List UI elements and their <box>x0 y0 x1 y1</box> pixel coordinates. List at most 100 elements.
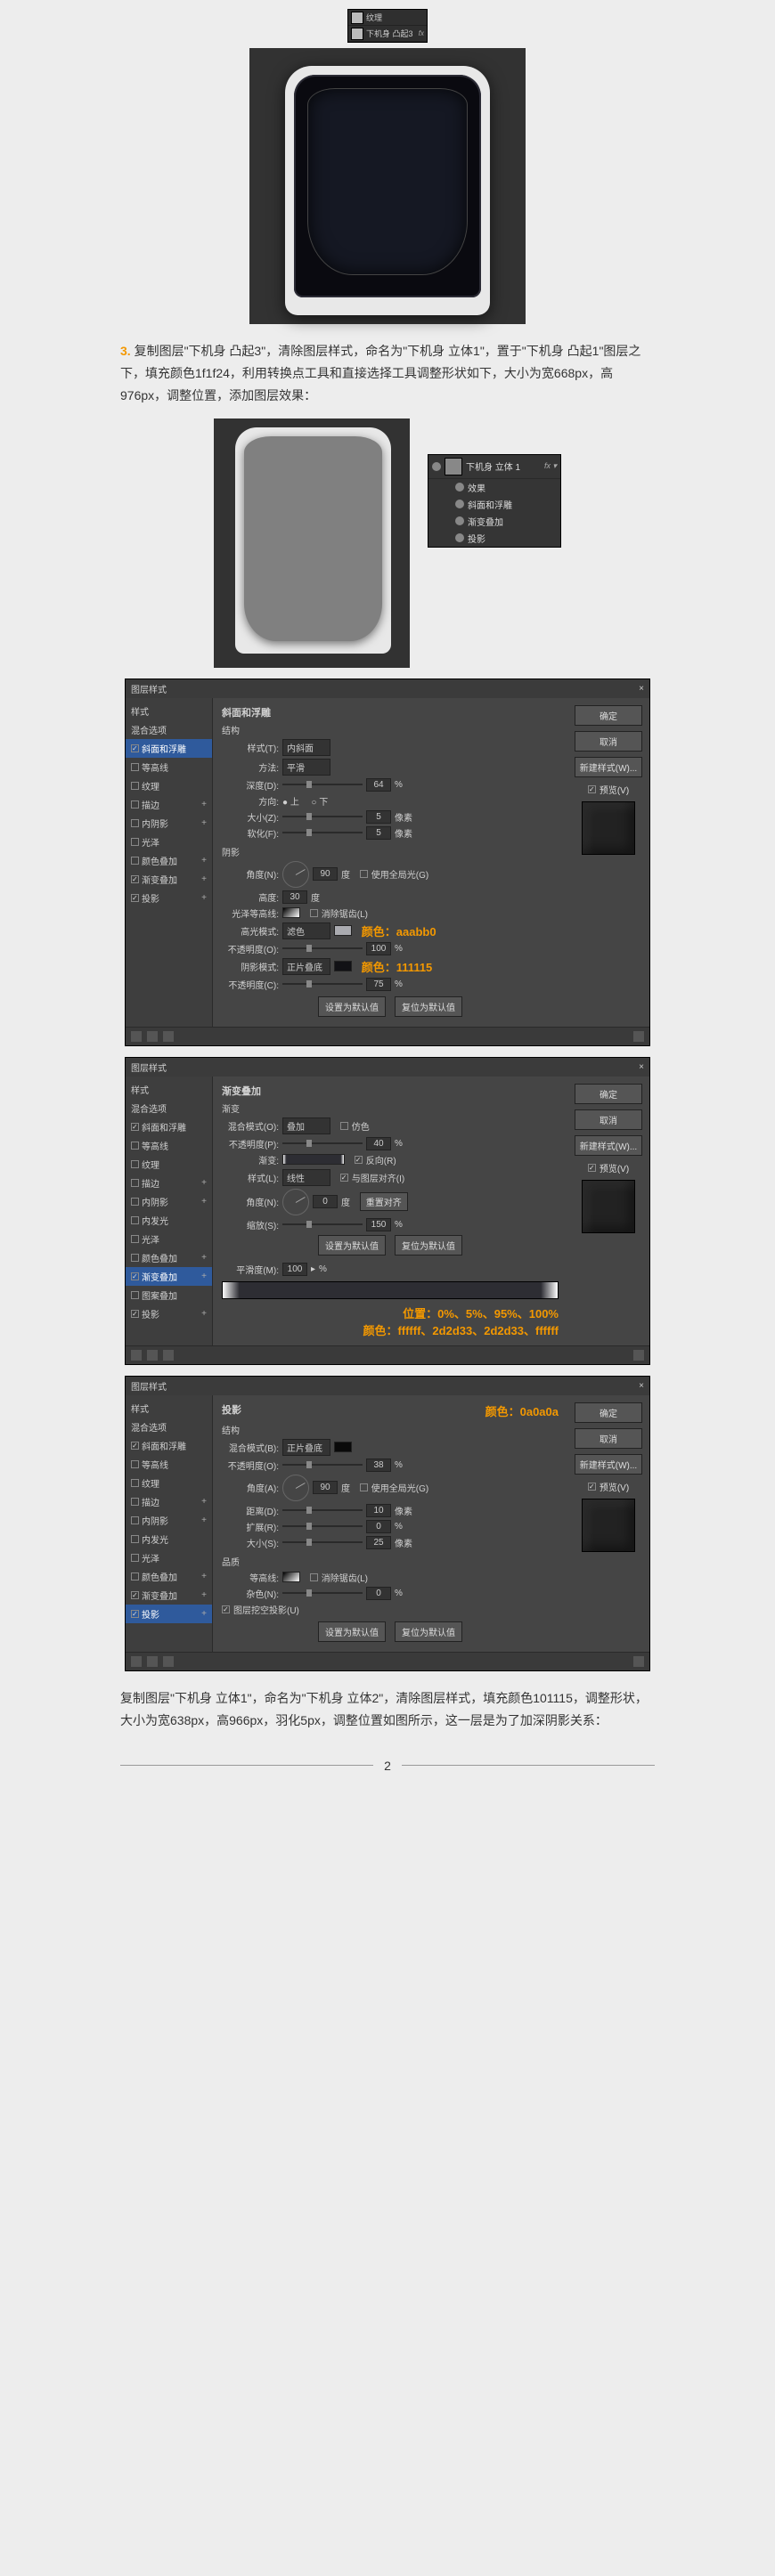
reset-default-button[interactable]: 复位为默认值 <box>395 1235 462 1255</box>
plus-icon[interactable]: + <box>201 1516 207 1525</box>
fx-icon[interactable] <box>131 1031 142 1042</box>
style-bevel[interactable]: 斜面和浮雕 <box>126 739 212 758</box>
angle-dial[interactable] <box>282 861 309 888</box>
reverse-checkbox[interactable] <box>355 1156 363 1164</box>
checkbox-icon[interactable] <box>131 857 139 865</box>
checkbox-icon[interactable] <box>131 1254 139 1262</box>
blend-mode-dropdown[interactable]: 正片叠底 <box>282 1439 330 1456</box>
set-default-button[interactable]: 设置为默认值 <box>318 1235 386 1255</box>
altitude-value[interactable]: 30 <box>282 890 307 904</box>
highlight-color-swatch[interactable] <box>334 925 352 936</box>
style-pattern-overlay[interactable]: 图案叠加 <box>126 1286 212 1304</box>
checkbox-icon[interactable] <box>131 1554 139 1562</box>
visibility-icon[interactable] <box>455 533 464 542</box>
style-grad-overlay[interactable]: 渐变叠加+ <box>126 1586 212 1605</box>
down-icon[interactable] <box>163 1350 174 1361</box>
global-light-checkbox[interactable] <box>360 870 368 878</box>
fx-icon[interactable] <box>131 1350 142 1361</box>
checkbox-icon[interactable] <box>131 1160 139 1168</box>
new-style-button[interactable]: 新建样式(W)... <box>575 1135 642 1156</box>
gradient-picker[interactable] <box>282 1154 345 1165</box>
new-style-button[interactable]: 新建样式(W)... <box>575 1454 642 1475</box>
up-icon[interactable] <box>147 1350 158 1361</box>
distance-value[interactable]: 10 <box>366 1504 391 1517</box>
styles-header[interactable]: 样式 <box>126 1399 212 1418</box>
style-contour[interactable]: 等高线 <box>126 758 212 776</box>
style-stroke[interactable]: 描边+ <box>126 795 212 814</box>
checkbox-icon[interactable] <box>131 1591 139 1599</box>
preview-checkbox[interactable] <box>588 1164 596 1172</box>
angle-value[interactable]: 0 <box>313 1195 338 1208</box>
noise-slider[interactable] <box>282 1592 363 1594</box>
dither-checkbox[interactable] <box>340 1122 348 1130</box>
reset-default-button[interactable]: 复位为默认值 <box>395 1621 462 1642</box>
blend-mode-dropdown[interactable]: 叠加 <box>282 1117 330 1134</box>
dir-up[interactable]: ● 上 <box>282 794 299 808</box>
anti-alias-checkbox[interactable] <box>310 909 318 917</box>
shadow-opacity-value[interactable]: 75 <box>366 978 391 991</box>
scale-value[interactable]: 150 <box>366 1218 391 1231</box>
down-icon[interactable] <box>163 1656 174 1667</box>
close-icon[interactable]: × <box>639 1381 644 1391</box>
global-light-checkbox[interactable] <box>360 1483 368 1491</box>
angle-value[interactable]: 90 <box>313 867 338 881</box>
fx-badge[interactable]: fx ▾ <box>544 461 557 471</box>
trash-icon[interactable] <box>633 1031 644 1042</box>
checkbox-icon[interactable] <box>131 744 139 752</box>
spread-value[interactable]: 0 <box>366 1520 391 1533</box>
ok-button[interactable]: 确定 <box>575 705 642 726</box>
knockout-checkbox[interactable] <box>222 1605 230 1613</box>
style-inner-glow[interactable]: 内发光 <box>126 1530 212 1548</box>
checkbox-icon[interactable] <box>131 875 139 883</box>
up-icon[interactable] <box>147 1656 158 1667</box>
depth-value[interactable]: 64 <box>366 778 391 792</box>
plus-icon[interactable]: + <box>201 1309 207 1319</box>
style-dropdown[interactable]: 内斜面 <box>282 739 330 756</box>
set-default-button[interactable]: 设置为默认值 <box>318 996 386 1017</box>
style-contour[interactable]: 等高线 <box>126 1136 212 1155</box>
checkbox-icon[interactable] <box>131 1216 139 1224</box>
trash-icon[interactable] <box>633 1350 644 1361</box>
style-drop-shadow[interactable]: 投影+ <box>126 1605 212 1623</box>
style-color-overlay[interactable]: 颜色叠加+ <box>126 851 212 870</box>
fx-icon[interactable] <box>131 1656 142 1667</box>
checkbox-icon[interactable] <box>131 763 139 771</box>
visibility-icon[interactable] <box>455 516 464 525</box>
style-inner-shadow[interactable]: 内阴影+ <box>126 1511 212 1530</box>
checkbox-icon[interactable] <box>131 800 139 809</box>
plus-icon[interactable]: + <box>201 1497 207 1507</box>
highlight-opacity-slider[interactable] <box>282 947 363 949</box>
reset-align-button[interactable]: 重置对齐 <box>360 1192 408 1211</box>
checkbox-icon[interactable] <box>131 1572 139 1581</box>
style-texture[interactable]: 纹理 <box>126 1474 212 1492</box>
blending-options[interactable]: 混合选项 <box>126 720 212 739</box>
style-bevel[interactable]: 斜面和浮雕 <box>126 1436 212 1455</box>
style-bevel[interactable]: 斜面和浮雕 <box>126 1117 212 1136</box>
down-icon[interactable] <box>163 1031 174 1042</box>
style-inner-shadow[interactable]: 内阴影+ <box>126 1192 212 1211</box>
angle-dial[interactable] <box>282 1475 309 1501</box>
plus-icon[interactable]: + <box>201 1609 207 1619</box>
checkbox-icon[interactable] <box>131 1310 139 1318</box>
smoothness-value[interactable]: 100 <box>282 1263 307 1276</box>
style-satin[interactable]: 光泽 <box>126 1230 212 1248</box>
styles-header[interactable]: 样式 <box>126 702 212 720</box>
close-icon[interactable]: × <box>639 684 644 694</box>
cancel-button[interactable]: 取消 <box>575 1428 642 1449</box>
plus-icon[interactable]: + <box>201 1572 207 1581</box>
fx-item[interactable]: 斜面和浮雕 <box>428 496 560 513</box>
close-icon[interactable]: × <box>639 1062 644 1072</box>
plus-icon[interactable]: + <box>201 800 207 809</box>
technique-dropdown[interactable]: 平滑 <box>282 759 330 776</box>
plus-icon[interactable]: + <box>201 1178 207 1188</box>
size-slider[interactable] <box>282 816 363 817</box>
checkbox-icon[interactable] <box>131 1442 139 1450</box>
style-color-overlay[interactable]: 颜色叠加+ <box>126 1248 212 1267</box>
opacity-value[interactable]: 40 <box>366 1137 391 1150</box>
style-inner-glow[interactable]: 内发光 <box>126 1211 212 1230</box>
blending-options[interactable]: 混合选项 <box>126 1418 212 1436</box>
checkbox-icon[interactable] <box>131 1179 139 1187</box>
reset-default-button[interactable]: 复位为默认值 <box>395 996 462 1017</box>
checkbox-icon[interactable] <box>131 1498 139 1506</box>
highlight-opacity-value[interactable]: 100 <box>366 942 391 955</box>
